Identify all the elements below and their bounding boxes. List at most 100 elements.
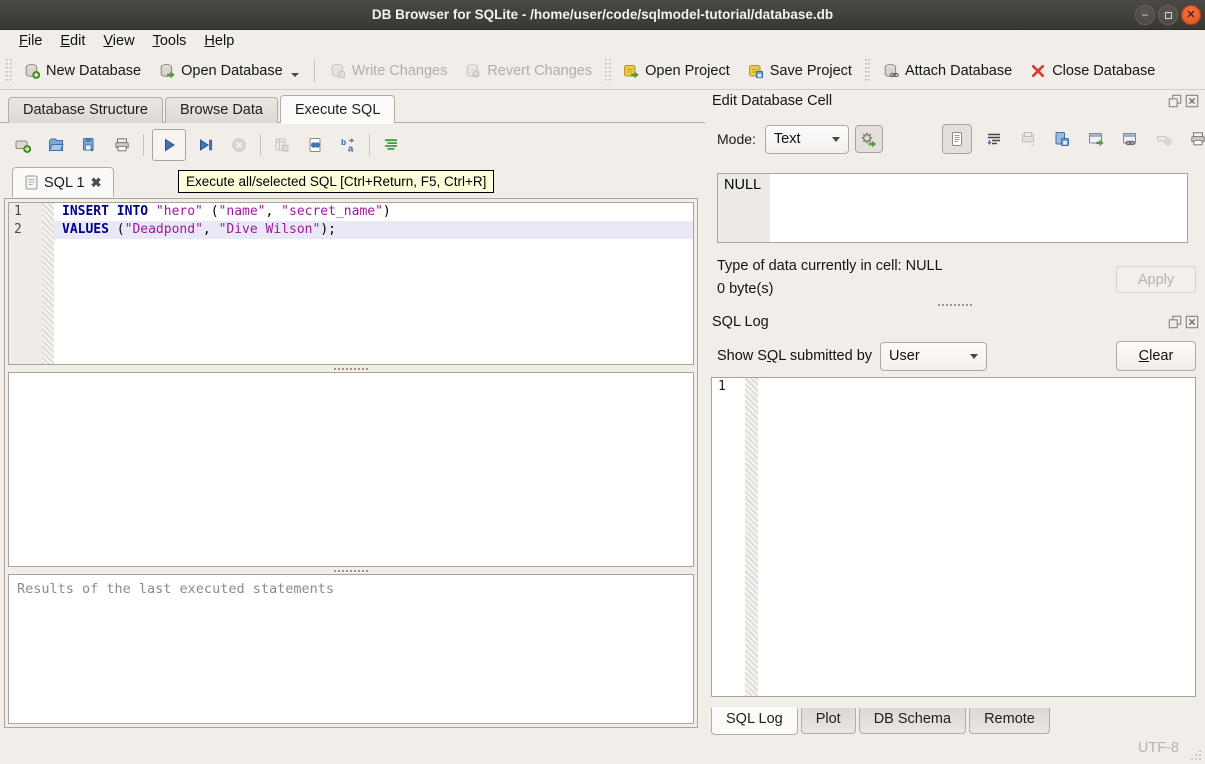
apply-button[interactable]: Apply <box>1116 266 1196 293</box>
text-mode-button[interactable] <box>942 124 972 154</box>
word-wrap-button[interactable] <box>982 127 1006 151</box>
find-replace-icon: b a <box>340 137 356 153</box>
menu-edit[interactable]: Edit <box>51 32 94 50</box>
fold-margin <box>42 203 54 221</box>
mode-combobox[interactable]: Text <box>765 125 849 154</box>
cell-value: NULL <box>718 174 770 242</box>
close-dock-icon[interactable] <box>1185 315 1199 329</box>
open-project-button[interactable]: Open Project <box>614 58 739 84</box>
tab-database-structure[interactable]: Database Structure <box>8 97 163 123</box>
fold-margin <box>42 221 54 239</box>
toolbar-drag-handle <box>5 59 12 83</box>
format-sql-icon <box>383 137 399 153</box>
open-sql-file-icon <box>48 137 64 153</box>
stop-execution-button[interactable] <box>226 132 252 158</box>
auto-mode-button[interactable] <box>855 125 883 153</box>
code-line-1: 1 INSERT INTO "hero" ("name", "secret_na… <box>9 203 693 221</box>
save-as-button[interactable] <box>1050 127 1074 151</box>
sql-plain: ) <box>383 204 391 219</box>
toolbar-separator <box>143 134 144 156</box>
status-bar: UTF-8 <box>0 735 1205 764</box>
dock-tab-db-schema[interactable]: DB Schema <box>859 708 966 734</box>
minimize-button[interactable]: – <box>1135 5 1155 25</box>
line-number: 2 <box>9 221 42 239</box>
close-dock-icon[interactable] <box>1185 94 1199 108</box>
menu-bar: File Edit View Tools Help <box>0 30 1205 52</box>
import-data-button[interactable] <box>1016 127 1040 151</box>
save-project-button[interactable]: Save Project <box>739 58 861 84</box>
code-line-2-current: 2 VALUES ("Deadpond", "Dive Wilson"); <box>9 221 693 239</box>
sql-log-view[interactable]: 1 <box>711 377 1196 697</box>
chevron-down-icon <box>832 137 840 142</box>
close-database-icon <box>1030 63 1046 79</box>
find-replace-button[interactable]: b a <box>335 132 361 158</box>
execute-line-icon <box>198 137 214 153</box>
sql-editor-toolbar: b a <box>10 129 404 161</box>
open-sql-tab-button[interactable] <box>10 132 36 158</box>
cell-editor-area[interactable] <box>770 174 1187 242</box>
encoding-indicator[interactable]: UTF-8 <box>1138 740 1179 756</box>
menu-help[interactable]: Help <box>195 32 243 50</box>
sql-code-editor[interactable]: 1 INSERT INTO "hero" ("name", "secret_na… <box>8 202 694 365</box>
grid-message-splitter[interactable] <box>8 567 694 574</box>
revert-changes-button[interactable]: Revert Changes <box>456 58 601 84</box>
print-cell-button[interactable] <box>1186 127 1205 151</box>
float-dock-icon[interactable] <box>1168 94 1182 108</box>
dock-tab-sql-log[interactable]: SQL Log <box>711 708 798 735</box>
attach-database-button[interactable]: Attach Database <box>874 58 1021 84</box>
editor-results-splitter[interactable] <box>8 365 694 372</box>
mode-value: Text <box>774 131 801 147</box>
print-sql-button[interactable] <box>109 132 135 158</box>
sql-log-filter-row: Show SQL submitted by User Clear <box>717 341 1196 371</box>
submitted-by-combobox[interactable]: User <box>880 342 987 371</box>
find-button[interactable] <box>302 132 328 158</box>
menu-file[interactable]: File <box>10 32 51 50</box>
splitter-grip-icon <box>938 304 972 306</box>
filter-label-post: L submitted by <box>778 348 872 364</box>
window-title: DB Browser for SQLite - /home/user/code/… <box>0 0 1205 30</box>
open-database-label: Open Database <box>181 63 283 79</box>
write-changes-icon <box>330 63 346 79</box>
open-external-button[interactable] <box>1084 127 1108 151</box>
cell-editor[interactable]: NULL <box>717 173 1188 243</box>
float-dock-icon[interactable] <box>1168 315 1182 329</box>
sql-plain <box>148 204 156 219</box>
copy-link-button[interactable] <box>1118 127 1142 151</box>
write-changes-button[interactable]: Write Changes <box>321 58 457 84</box>
dock-tab-remote[interactable]: Remote <box>969 708 1050 734</box>
splitter-grip-icon <box>334 368 368 370</box>
maximize-button[interactable] <box>1158 5 1178 25</box>
set-null-button[interactable] <box>1152 127 1176 151</box>
open-database-dropdown-arrow[interactable] <box>291 73 299 77</box>
close-database-button[interactable]: Close Database <box>1021 58 1164 84</box>
execute-all-button[interactable] <box>152 129 186 161</box>
close-tab-icon[interactable]: ✖ <box>91 175 102 191</box>
format-sql-button[interactable] <box>378 132 404 158</box>
svg-text:b: b <box>341 137 346 147</box>
revert-changes-icon <box>465 63 481 79</box>
tab-browse-data[interactable]: Browse Data <box>165 97 278 123</box>
resize-grip-icon[interactable] <box>1187 746 1201 760</box>
close-button[interactable]: ✕ <box>1181 5 1201 25</box>
clear-log-button[interactable]: Clear <box>1116 341 1196 371</box>
code-text: INSERT INTO "hero" ("name", "secret_name… <box>54 203 693 221</box>
execute-line-button[interactable] <box>193 132 219 158</box>
toolbar-drag-handle <box>864 59 871 83</box>
tab-execute-sql[interactable]: Execute SQL <box>280 95 395 123</box>
cell-mode-row: Mode: Text <box>717 124 1199 154</box>
save-sql-file-button[interactable] <box>76 132 102 158</box>
fold-margin <box>42 239 54 364</box>
open-sql-file-button[interactable] <box>43 132 69 158</box>
toolbar-separator <box>369 134 370 156</box>
save-results-button[interactable] <box>269 132 295 158</box>
log-empty-area <box>712 396 1195 696</box>
new-database-button[interactable]: New Database <box>15 58 150 84</box>
link-icon <box>1122 131 1138 147</box>
sql-1-tab[interactable]: SQL 1 ✖ <box>12 167 114 197</box>
log-gutter <box>712 396 745 696</box>
open-database-button[interactable]: Open Database <box>150 58 308 84</box>
dock-tab-plot[interactable]: Plot <box>801 708 856 734</box>
menu-view[interactable]: View <box>94 32 143 50</box>
menu-tools[interactable]: Tools <box>144 32 196 50</box>
dock-splitter[interactable] <box>705 301 1205 308</box>
